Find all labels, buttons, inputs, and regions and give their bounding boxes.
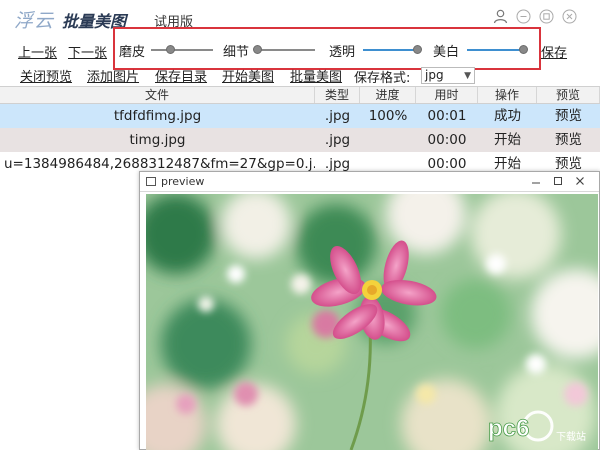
cell-time: 00:00 (427, 132, 467, 148)
slider-whiten[interactable]: 美白 (433, 41, 533, 60)
slider-smooth-thumb[interactable] (165, 45, 175, 54)
slider-transparency-thumb[interactable] (413, 45, 422, 54)
batch-beautify-button[interactable]: 批量美图 (290, 66, 342, 85)
slider-whiten-fill (467, 49, 523, 51)
slider-detail-thumb[interactable] (253, 45, 262, 54)
slider-detail-label: 细节 (223, 45, 250, 60)
table-row[interactable]: tfdfdfimg.jpg .jpg 100% 00:01 成功 预览 (0, 104, 600, 128)
format-select-value: jpg (425, 68, 444, 82)
minimize-icon[interactable] (527, 174, 545, 188)
column-header-file[interactable]: 文件 (0, 87, 315, 103)
close-preview-button[interactable]: 关闭预览 (20, 66, 72, 85)
cell-progress: 100% (368, 108, 408, 124)
cell-type: .jpg (324, 108, 351, 124)
watermark-subtext: 下载站 (556, 430, 586, 443)
preview-titlebar[interactable]: preview (140, 172, 599, 192)
format-select[interactable]: jpg ▼ (421, 67, 475, 84)
slider-smooth[interactable]: 磨皮 (119, 41, 219, 60)
site-watermark: pc6 下载站 (484, 406, 594, 446)
slider-smooth-label: 磨皮 (119, 45, 146, 60)
window-icon (146, 177, 156, 186)
slider-whiten-label: 美白 (433, 45, 460, 60)
slider-transparency-label: 透明 (329, 45, 356, 60)
cell-time: 00:01 (427, 108, 467, 124)
close-icon[interactable] (561, 8, 578, 25)
cell-file: timg.jpg (129, 132, 186, 148)
minimize-icon[interactable] (515, 8, 532, 25)
toolbar-secondary: 关闭预览 添加图片 保存目录 开始美图 批量美图 保存格式: jpg ▼ (0, 64, 600, 86)
cell-preview[interactable]: 预览 (537, 104, 600, 128)
watermark-text: pc6 (488, 415, 529, 442)
preview-title: preview (161, 175, 205, 188)
maximize-icon[interactable] (549, 174, 567, 188)
column-header-time[interactable]: 用时 (416, 87, 478, 103)
save-dir-button[interactable]: 保存目录 (155, 66, 207, 85)
cell-type: .jpg (324, 132, 351, 148)
next-button[interactable]: 下一张 (68, 42, 107, 61)
slider-whiten-thumb[interactable] (519, 45, 528, 54)
column-header-preview[interactable]: 预览 (537, 87, 600, 103)
start-beautify-button[interactable]: 开始美图 (222, 66, 274, 85)
cell-operation[interactable]: 开始 (478, 128, 537, 152)
table-row[interactable]: timg.jpg .jpg 00:00 开始 预览 (0, 128, 600, 152)
preview-window-controls (527, 174, 589, 188)
restore-icon[interactable] (538, 8, 555, 25)
cell-progress (360, 128, 416, 152)
column-header-type[interactable]: 类型 (315, 87, 360, 103)
file-table: 文件 类型 进度 用时 操作 预览 tfdfdfimg.jpg .jpg 100… (0, 86, 600, 176)
save-button[interactable]: 保存 (541, 42, 567, 61)
prev-button[interactable]: 上一张 (18, 42, 57, 61)
slider-detail-track[interactable] (257, 49, 315, 51)
chevron-down-icon: ▼ (464, 71, 471, 81)
slider-transparency-fill (363, 49, 417, 51)
slider-smooth-track[interactable] (151, 49, 213, 51)
format-label: 保存格式: (354, 71, 411, 86)
column-header-progress[interactable]: 进度 (360, 87, 416, 103)
slider-detail[interactable]: 细节 (223, 41, 319, 60)
app-logo: 浮云 (14, 10, 55, 32)
column-header-operation[interactable]: 操作 (478, 87, 537, 103)
close-icon[interactable] (571, 174, 589, 188)
cell-preview[interactable]: 预览 (537, 128, 600, 152)
table-header: 文件 类型 进度 用时 操作 预览 (0, 86, 600, 104)
add-image-button[interactable]: 添加图片 (87, 66, 139, 85)
cell-file: tfdfdfimg.jpg (113, 108, 202, 124)
slider-transparency[interactable]: 透明 (329, 41, 427, 60)
cell-operation[interactable]: 成功 (478, 104, 537, 128)
user-icon[interactable] (492, 8, 509, 25)
window-controls (492, 8, 578, 25)
